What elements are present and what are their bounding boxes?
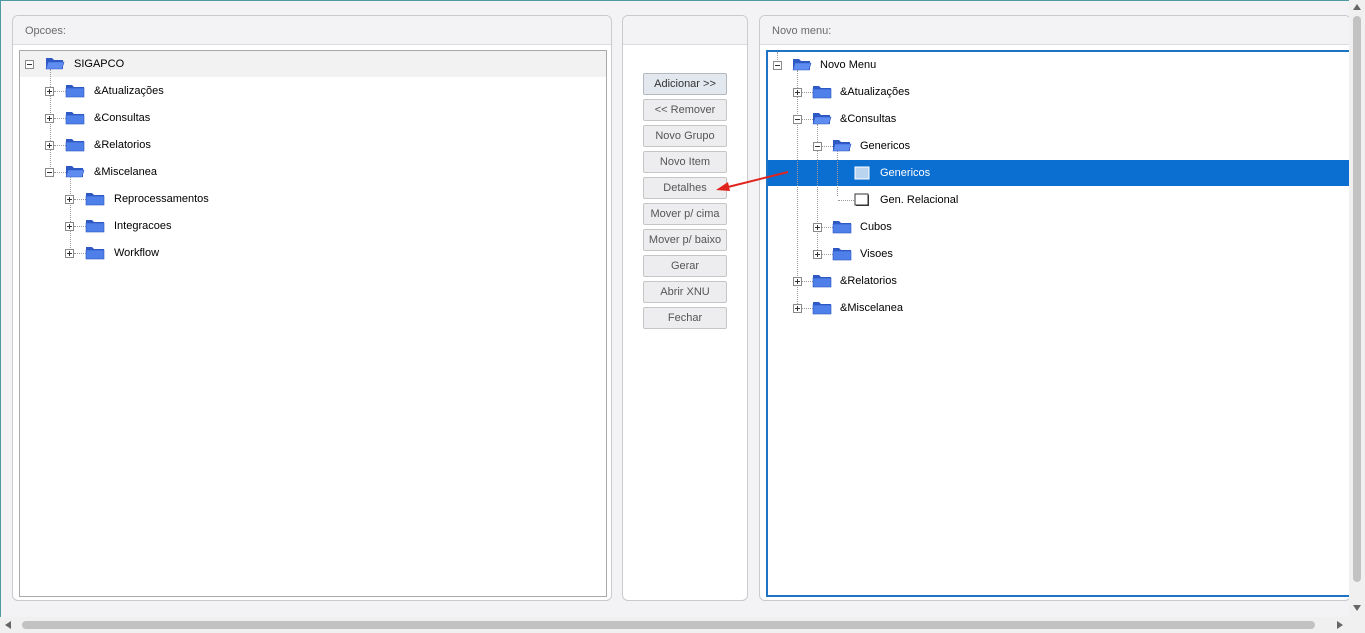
tree-node-cubos[interactable]: Cubos: [768, 216, 1348, 238]
horizontal-scroll-thumb[interactable]: [22, 621, 1315, 629]
folder-icon: [832, 221, 852, 234]
scroll-right-icon[interactable]: [1337, 621, 1343, 629]
collapse-icon[interactable]: [45, 168, 54, 177]
expand-icon[interactable]: [813, 250, 822, 259]
expand-icon[interactable]: [813, 223, 822, 232]
tree-node-label: &Consultas: [840, 113, 897, 125]
expand-icon[interactable]: [45, 114, 54, 123]
actions-panel-header: [623, 16, 747, 45]
tree-node-label: &Miscelanea: [94, 166, 157, 178]
tree-node-gen-relacional[interactable]: Gen. Relacional: [768, 189, 1348, 211]
vertical-scroll-thumb[interactable]: [1353, 16, 1361, 582]
expand-icon[interactable]: [45, 141, 54, 150]
tree-node-label: &Atualizações: [94, 85, 164, 97]
document-icon: [854, 166, 870, 180]
folder-icon: [812, 275, 832, 288]
move-up-button[interactable]: Mover p/ cima: [643, 203, 727, 225]
actions-panel: Adicionar >> << Remover Novo Grupo Novo …: [622, 15, 748, 601]
tree-node-relatorios[interactable]: &Relatorios: [768, 270, 1348, 292]
tree-node-consultas[interactable]: &Consultas: [768, 108, 1348, 130]
new-menu-tree[interactable]: Novo Menu &Atualizações &Consultas Gener…: [766, 50, 1352, 597]
tree-node-sigapco[interactable]: SIGAPCO: [20, 53, 600, 75]
tree-node-label: Cubos: [860, 221, 892, 233]
tree-node-atualizacoes[interactable]: &Atualizações: [768, 81, 1348, 103]
tree-node-label: &Consultas: [94, 112, 151, 124]
tree-node-label: &Atualizações: [840, 86, 910, 98]
remove-button[interactable]: << Remover: [643, 99, 727, 121]
tree-node-label: Genericos: [880, 167, 931, 179]
expand-icon[interactable]: [793, 304, 802, 313]
folder-open-icon: [812, 113, 832, 125]
folder-open-icon: [45, 58, 65, 70]
folder-icon: [65, 112, 85, 125]
new-menu-panel: Novo menu: Novo Menu &Atualizações &Cons…: [759, 15, 1352, 601]
folder-icon: [85, 193, 105, 206]
expand-icon[interactable]: [65, 195, 74, 204]
folder-icon: [85, 220, 105, 233]
tree-node-reprocessamentos[interactable]: Reprocessamentos: [20, 188, 600, 210]
expand-icon[interactable]: [793, 88, 802, 97]
tree-node-label: Gen. Relacional: [880, 194, 959, 206]
expand-icon[interactable]: [45, 87, 54, 96]
folder-icon: [65, 139, 85, 152]
tree-node-label: Novo Menu: [820, 59, 877, 71]
tree-node-workflow[interactable]: Workflow: [20, 242, 600, 264]
tree-node-label: Visoes: [860, 248, 893, 260]
expand-icon[interactable]: [793, 277, 802, 286]
tree-node-relatorios[interactable]: &Relatorios: [20, 134, 600, 156]
folder-open-icon: [832, 140, 852, 152]
tree-node-genericos-item[interactable]: Genericos: [768, 162, 1348, 184]
scroll-up-icon[interactable]: [1353, 4, 1361, 10]
tree-node-label: Workflow: [114, 247, 160, 259]
tree-node-integracoes[interactable]: Integracoes: [20, 215, 600, 237]
horizontal-scrollbar[interactable]: [0, 617, 1365, 633]
options-panel-title: Opcoes:: [13, 16, 611, 45]
tree-node-label: Genericos: [860, 140, 911, 152]
tree-node-label: Integracoes: [114, 220, 172, 232]
tree-node-visoes[interactable]: Visoes: [768, 243, 1348, 265]
collapse-icon[interactable]: [25, 60, 34, 69]
new-group-button[interactable]: Novo Grupo: [643, 125, 727, 147]
annotation-arrow-icon: [716, 171, 789, 191]
tree-line: [797, 70, 798, 304]
folder-open-icon: [792, 59, 812, 71]
collapse-icon[interactable]: [793, 115, 802, 124]
generate-button[interactable]: Gerar: [643, 255, 727, 277]
tree-node-genericos-group[interactable]: Genericos: [768, 135, 1348, 157]
collapse-icon[interactable]: [813, 142, 822, 151]
add-button[interactable]: Adicionar >>: [643, 73, 727, 95]
tree-node-novo-menu[interactable]: Novo Menu: [768, 54, 1348, 76]
scroll-down-icon[interactable]: [1353, 605, 1361, 611]
vertical-scrollbar[interactable]: [1349, 0, 1365, 617]
folder-icon: [812, 86, 832, 99]
close-button[interactable]: Fechar: [643, 307, 727, 329]
move-down-button[interactable]: Mover p/ baixo: [643, 229, 727, 251]
folder-icon: [85, 247, 105, 260]
folder-icon: [65, 85, 85, 98]
tree-node-label: SIGAPCO: [74, 58, 125, 70]
tree-node-consultas[interactable]: &Consultas: [20, 107, 600, 129]
tree-node-label: Reprocessamentos: [114, 193, 209, 205]
open-xnu-button[interactable]: Abrir XNU: [643, 281, 727, 303]
tree-node-miscelanea[interactable]: &Miscelanea: [768, 297, 1348, 319]
folder-open-icon: [65, 166, 85, 178]
tree-node-atualizacoes[interactable]: &Atualizações: [20, 80, 600, 102]
options-panel: Opcoes: SIGAPCO &Atualizações &Consultas: [12, 15, 612, 601]
new-menu-panel-title: Novo menu:: [760, 16, 1350, 45]
tree-node-label: &Relatorios: [840, 275, 897, 287]
collapse-icon[interactable]: [773, 61, 782, 70]
tree-node-miscelanea[interactable]: &Miscelanea: [20, 161, 600, 183]
expand-icon[interactable]: [65, 222, 74, 231]
folder-icon: [832, 248, 852, 261]
document-icon: [854, 193, 869, 206]
options-tree[interactable]: SIGAPCO &Atualizações &Consultas &Relato…: [19, 50, 607, 597]
scroll-left-icon[interactable]: [5, 621, 11, 629]
tree-node-label: &Miscelanea: [840, 302, 903, 314]
tree-node-label: &Relatorios: [94, 139, 151, 151]
folder-icon: [812, 302, 832, 315]
expand-icon[interactable]: [65, 249, 74, 258]
